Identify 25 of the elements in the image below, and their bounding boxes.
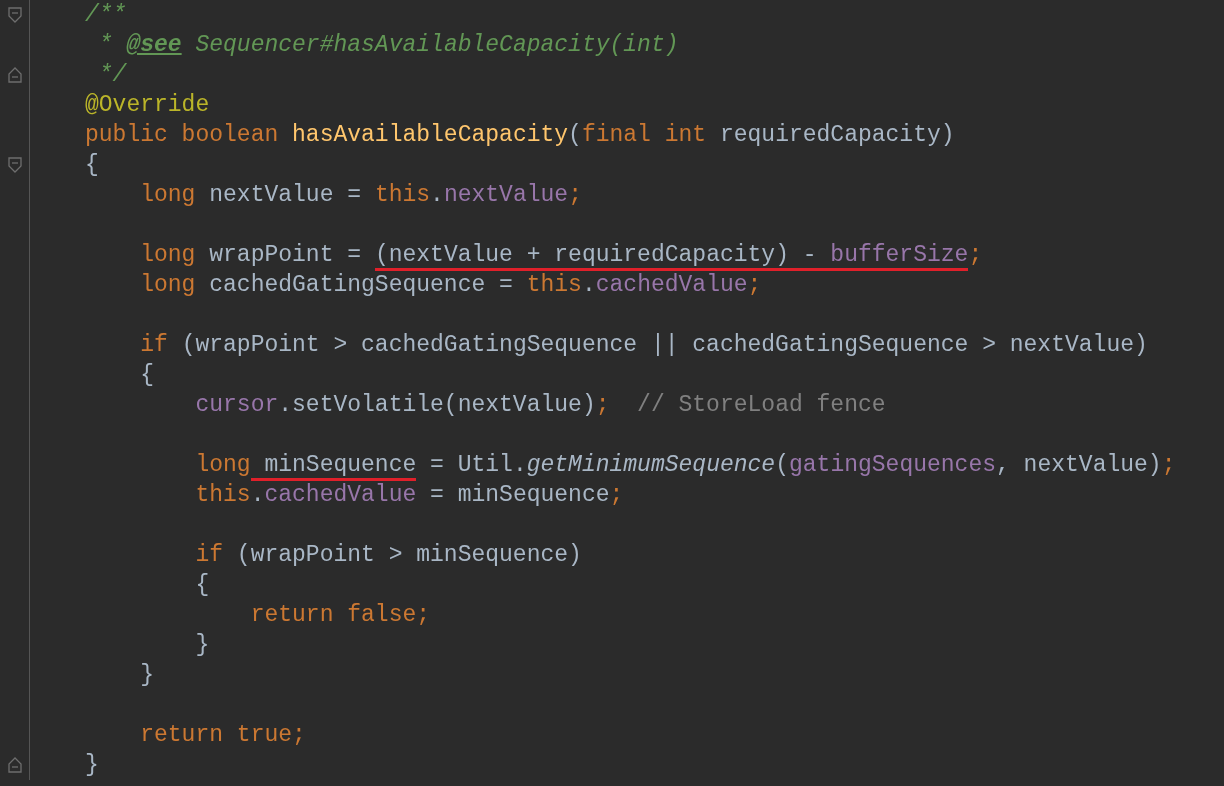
code-line: }	[139, 661, 154, 689]
code-line: @Override	[85, 91, 210, 119]
fold-marker-icon[interactable]	[7, 67, 22, 83]
fold-marker-icon[interactable]	[7, 157, 22, 173]
code-line: long minSequence = Util.getMinimumSequence(gatingSequences, nextValue);	[85, 451, 1176, 479]
code-line: {	[85, 151, 99, 179]
code-line: return true;	[139, 721, 306, 749]
code-line: if (wrapPoint > cachedGatingSequence || cachedGatingSequence > nextValue)	[139, 331, 1148, 359]
code-line: this.cachedValue = minSequence;	[194, 481, 624, 509]
code-line: }	[194, 631, 210, 659]
code-line: return false;	[249, 601, 431, 629]
fold-marker-icon[interactable]	[7, 7, 22, 23]
code-line: if (wrapPoint > minSequence)	[194, 541, 582, 569]
code-line: * @see Sequencer#hasAvailableCapacity(int)	[97, 31, 679, 59]
code-line: long nextValue = this.nextValue;	[139, 181, 582, 209]
code-line: cursor.setVolatile(nextValue); // StoreLoad fence	[194, 391, 886, 419]
code-line: public boolean hasAvailableCapacity(final int requiredCapacity)	[85, 121, 955, 149]
fold-marker-icon[interactable]	[7, 757, 22, 773]
code-line: long cachedGatingSequence = this.cachedValue;	[139, 271, 762, 299]
code-line: {	[194, 571, 210, 599]
code-line: /**	[85, 1, 127, 29]
code-line: }	[85, 751, 99, 779]
code-line: {	[139, 361, 154, 389]
code-line: long wrapPoint = (nextValue + requiredCapacity) - bufferSize;	[85, 241, 983, 269]
code-line: */	[97, 61, 127, 89]
